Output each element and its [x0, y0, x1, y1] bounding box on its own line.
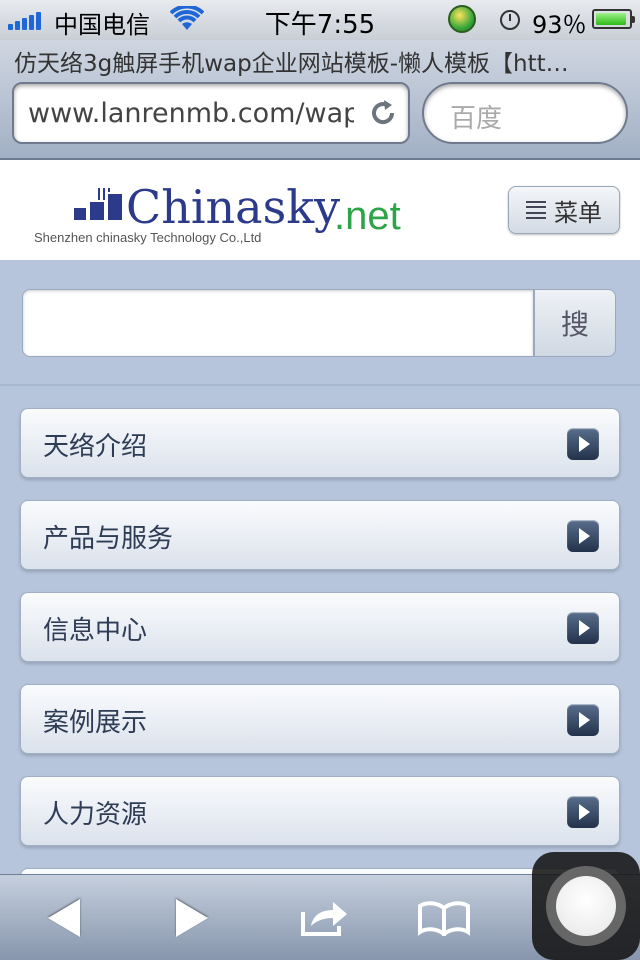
arrow-right-icon	[567, 612, 599, 644]
reload-icon[interactable]	[368, 98, 398, 128]
share-icon	[301, 902, 347, 936]
browser-search-field[interactable]: 百度	[422, 82, 628, 144]
browser-chrome: 仿天络3g触屏手机wap企业网站模板-懒人模板【htt… www.lanrenm…	[0, 40, 640, 160]
back-button[interactable]	[24, 875, 104, 960]
nav-item-label: 产品与服务	[43, 524, 174, 554]
nav-item-label: 天络介绍	[43, 432, 148, 462]
assistive-touch-button[interactable]	[532, 852, 640, 960]
url-text: www.lanrenmb.com/wap	[28, 98, 354, 129]
nav-item-hr[interactable]: 人力资源	[20, 776, 620, 846]
arrow-right-icon	[567, 796, 599, 828]
list-icon	[526, 201, 546, 219]
nav-item-news[interactable]: 信息中心	[20, 592, 620, 662]
status-bar: 中国电信 下午7:55 93％	[0, 0, 640, 40]
menu-button[interactable]: 菜单	[508, 186, 620, 234]
logo-tagline: Shenzhen chinasky Technology Co.,Ltd	[34, 230, 262, 245]
back-arrow-icon	[48, 899, 80, 937]
share-button[interactable]	[284, 875, 364, 960]
site-logo[interactable]: Chinasky .net Shenzhen chinasky Technolo…	[32, 172, 432, 252]
browser-search-placeholder: 百度	[450, 104, 503, 134]
alarm-clock-icon	[500, 10, 520, 30]
logo-name: Chinasky	[126, 180, 341, 234]
nav-item-label: 信息中心	[43, 616, 148, 646]
arrow-right-icon	[567, 428, 599, 460]
book-icon	[418, 901, 470, 936]
battery-percentage: 93％	[532, 11, 587, 39]
nav-list: 天络介绍 产品与服务 信息中心 案例展示 人力资源	[0, 386, 640, 874]
page-title: 仿天络3g触屏手机wap企业网站模板-懒人模板【htt…	[14, 51, 569, 77]
forward-button[interactable]	[152, 875, 232, 960]
site-header: Chinasky .net Shenzhen chinasky Technolo…	[0, 160, 640, 260]
assistive-touch-core-icon	[556, 876, 616, 936]
logo-mark-icon	[74, 188, 122, 220]
search-button[interactable]: 搜	[534, 289, 616, 357]
url-field[interactable]: www.lanrenmb.com/wap	[12, 82, 410, 144]
nav-item-cases[interactable]: 案例展示	[20, 684, 620, 754]
nav-item-label: 案例展示	[43, 708, 148, 738]
nav-item-products[interactable]: 产品与服务	[20, 500, 620, 570]
site-search-input[interactable]	[22, 289, 534, 357]
battery-icon	[592, 9, 635, 29]
logo-tld: .net	[334, 194, 401, 238]
site-search-bar: 搜	[0, 260, 640, 386]
menu-button-label: 菜单	[554, 198, 602, 227]
nav-item-about[interactable]: 天络介绍	[20, 408, 620, 478]
forward-arrow-icon	[176, 899, 208, 937]
security-app-icon	[448, 5, 476, 33]
nav-item-label: 人力资源	[43, 800, 148, 830]
arrow-right-icon	[567, 520, 599, 552]
bookmarks-button[interactable]	[404, 875, 484, 960]
arrow-right-icon	[567, 704, 599, 736]
